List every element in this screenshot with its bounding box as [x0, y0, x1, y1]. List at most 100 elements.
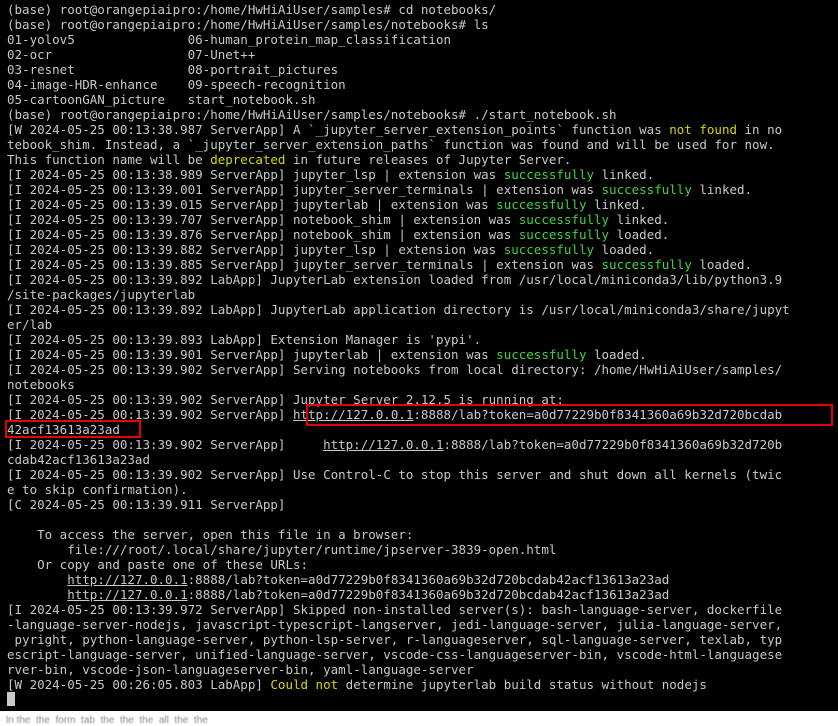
terminal-text: successfully — [518, 212, 610, 227]
terminal-text: (base) root@orangepiaipro:/home/HwHiAiUs… — [7, 2, 497, 17]
terminal-line: (base) root@orangepiaipro:/home/HwHiAiUs… — [7, 17, 835, 32]
url-highlight-box — [306, 404, 833, 426]
terminal-text: loaded. — [594, 242, 655, 257]
terminal-text: [I 2024-05-25 00:13:39.885 ServerApp] ju… — [7, 257, 602, 272]
terminal-text: 02-ocr 07-Unet++ — [7, 47, 256, 62]
terminal-line: [I 2024-05-25 00:13:39.893 LabApp] Exten… — [7, 332, 835, 347]
terminal-text: [C 2024-05-25 00:13:39.911 ServerApp] — [7, 497, 286, 512]
terminal-text: file:///root/.local/share/jupyter/runtim… — [7, 542, 557, 557]
terminal-line: 02-ocr 07-Unet++ — [7, 47, 835, 62]
terminal-line: tebook_shim. Instead, a `_jupyter_server… — [7, 137, 835, 152]
terminal-line: 05-cartoonGAN_picture start_notebook.sh — [7, 92, 835, 107]
terminal-line: [I 2024-05-25 00:13:39.892 LabApp] Jupyt… — [7, 272, 835, 287]
terminal-line: [I 2024-05-25 00:13:39.902 ServerApp] Us… — [7, 467, 835, 482]
terminal-text: in future releases of Jupyter Server. — [285, 152, 572, 167]
terminal-line: escript-language-server, unified-languag… — [7, 647, 835, 662]
terminal-line: [C 2024-05-25 00:13:39.911 ServerApp] — [7, 497, 835, 512]
terminal-line: [W 2024-05-25 00:13:38.987 ServerApp] A … — [7, 122, 835, 137]
terminal-text: successfully — [503, 242, 595, 257]
terminal-text: 03-resnet 08-portrait_pictures — [7, 62, 339, 77]
terminal-text: e to skip confirmation). — [7, 482, 188, 497]
url-link[interactable]: http://127.0.0.1 — [323, 437, 443, 452]
terminal-text: er/lab — [7, 317, 53, 332]
terminal-text: 04-image-HDR-enhance 09-speech-recogniti… — [7, 77, 346, 92]
terminal-text: tebook_shim. Instead, a `_jupyter_server… — [7, 137, 775, 152]
terminal-line: This function name will be deprecated in… — [7, 152, 835, 167]
terminal-text: [I 2024-05-25 00:13:39.902 ServerApp] — [7, 437, 324, 452]
terminal-text: Or copy and paste one of these URLs: — [7, 557, 309, 572]
terminal-text: successfully — [503, 167, 595, 182]
terminal-text: successfully — [601, 182, 692, 197]
url-link[interactable]: http://127.0.0.1 — [67, 572, 187, 587]
terminal-text: [I 2024-05-25 00:13:39.902 ServerApp] Us… — [7, 467, 783, 482]
terminal-line: 01-yolov5 06-human_protein_map_classific… — [7, 32, 835, 47]
terminal-line: [I 2024-05-25 00:13:39.882 ServerApp] ju… — [7, 242, 835, 257]
terminal-line: http://127.0.0.1:8888/lab?token=a0d77229… — [7, 572, 835, 587]
terminal-text: -language-server-nodejs, javascript-type… — [7, 617, 783, 632]
terminal-line: /site-packages/jupyterlab — [7, 287, 835, 302]
terminal-text: loaded. — [609, 227, 670, 242]
terminal-line: [I 2024-05-25 00:13:39.015 ServerApp] ju… — [7, 197, 835, 212]
terminal-line: er/lab — [7, 317, 835, 332]
terminal-text: linked. — [691, 182, 753, 197]
terminal-line: [I 2024-05-25 00:13:39.892 LabApp] Jupyt… — [7, 302, 835, 317]
terminal-text: successfully — [518, 227, 610, 242]
terminal-line: e to skip confirmation). — [7, 482, 835, 497]
url-highlight-box-continuation — [5, 420, 141, 438]
terminal-text: /site-packages/jupyterlab — [7, 287, 196, 302]
terminal-line: [I 2024-05-25 00:13:39.885 ServerApp] ju… — [7, 257, 835, 272]
terminal-text: pyright, python-language-server, python-… — [7, 632, 783, 647]
terminal-text: deprecated — [210, 152, 286, 167]
terminal-text: escript-language-server, unified-languag… — [7, 647, 783, 662]
terminal-window[interactable]: (base) root@orangepiaipro:/home/HwHiAiUs… — [0, 0, 838, 711]
terminal-line: Or copy and paste one of these URLs: — [7, 557, 835, 572]
terminal-line: http://127.0.0.1:8888/lab?token=a0d77229… — [7, 587, 835, 602]
terminal-line: -language-server-nodejs, javascript-type… — [7, 617, 835, 632]
terminal-line: 04-image-HDR-enhance 09-speech-recogniti… — [7, 77, 835, 92]
terminal-text: [I 2024-05-25 00:13:39.001 ServerApp] ju… — [7, 182, 602, 197]
terminal-text: [I 2024-05-25 00:13:39.882 ServerApp] ju… — [7, 242, 504, 257]
terminal-text: :8888/lab?token=a0d77229b0f8341360a69b32… — [187, 587, 670, 602]
terminal-text: linked. — [586, 197, 647, 212]
terminal-line: [I 2024-05-25 00:13:39.707 ServerApp] no… — [7, 212, 835, 227]
terminal-line: [I 2024-05-25 00:13:39.876 ServerApp] no… — [7, 227, 835, 242]
terminal-text: [I 2024-05-25 00:13:39.901 ServerApp] ju… — [7, 347, 497, 362]
terminal-text: not found — [669, 122, 737, 137]
terminal-line: notebooks — [7, 377, 835, 392]
terminal-text: [I 2024-05-25 00:13:39.972 ServerApp] Sk… — [7, 602, 783, 617]
terminal-text: determine jupyterlab build status withou… — [338, 677, 707, 692]
terminal-text: linked. — [609, 212, 670, 227]
terminal-text: [W 2024-05-25 00:26:05.803 LabApp] — [7, 677, 271, 692]
terminal-text: [I 2024-05-25 00:13:39.876 ServerApp] no… — [7, 227, 519, 242]
terminal-text: [I 2024-05-25 00:13:39.015 ServerApp] ju… — [7, 197, 497, 212]
terminal-output: (base) root@orangepiaipro:/home/HwHiAiUs… — [7, 2, 835, 692]
terminal-text: [I 2024-05-25 00:13:39.893 LabApp] Exten… — [7, 332, 482, 347]
terminal-line: [I 2024-05-25 00:13:39.901 ServerApp] ju… — [7, 347, 835, 362]
terminal-line: 03-resnet 08-portrait_pictures — [7, 62, 835, 77]
terminal-line: To access the server, open this file in … — [7, 527, 835, 542]
url-link[interactable]: http://127.0.0.1 — [67, 587, 187, 602]
terminal-line: [I 2024-05-25 00:13:39.902 ServerApp] Se… — [7, 362, 835, 377]
terminal-line: [I 2024-05-25 00:13:39.902 ServerApp] ht… — [7, 437, 835, 452]
terminal-text: [I 2024-05-25 00:13:38.989 ServerApp] ju… — [7, 167, 504, 182]
terminal-text: [I 2024-05-25 00:13:39.892 LabApp] Jupyt… — [7, 302, 790, 317]
terminal-text: Could not — [270, 677, 339, 692]
terminal-text: (base) root@orangepiaipro:/home/HwHiAiUs… — [7, 17, 489, 32]
terminal-text: 01-yolov5 06-human_protein_map_classific… — [7, 32, 452, 47]
terminal-text: 05-cartoonGAN_picture start_notebook.sh — [7, 92, 316, 107]
terminal-text: [I 2024-05-25 00:13:39.892 LabApp] Jupyt… — [7, 272, 783, 287]
terminal-text: in no — [737, 122, 783, 137]
terminal-text: [I 2024-05-25 00:13:39.902 ServerApp] Se… — [7, 362, 783, 377]
terminal-line: (base) root@orangepiaipro:/home/HwHiAiUs… — [7, 107, 835, 122]
terminal-line: [I 2024-05-25 00:13:38.989 ServerApp] ju… — [7, 167, 835, 182]
terminal-line: rver-bin, vscode-json-languageserver-bin… — [7, 662, 835, 677]
terminal-line: (base) root@orangepiaipro:/home/HwHiAiUs… — [7, 2, 835, 17]
blurred-caption: ln the the form tab the the the all the … — [6, 715, 208, 726]
terminal-line: file:///root/.local/share/jupyter/runtim… — [7, 542, 835, 557]
terminal-text: This function name will be — [7, 152, 211, 167]
terminal-line: pyright, python-language-server, python-… — [7, 632, 835, 647]
terminal-text: successfully — [496, 347, 587, 362]
